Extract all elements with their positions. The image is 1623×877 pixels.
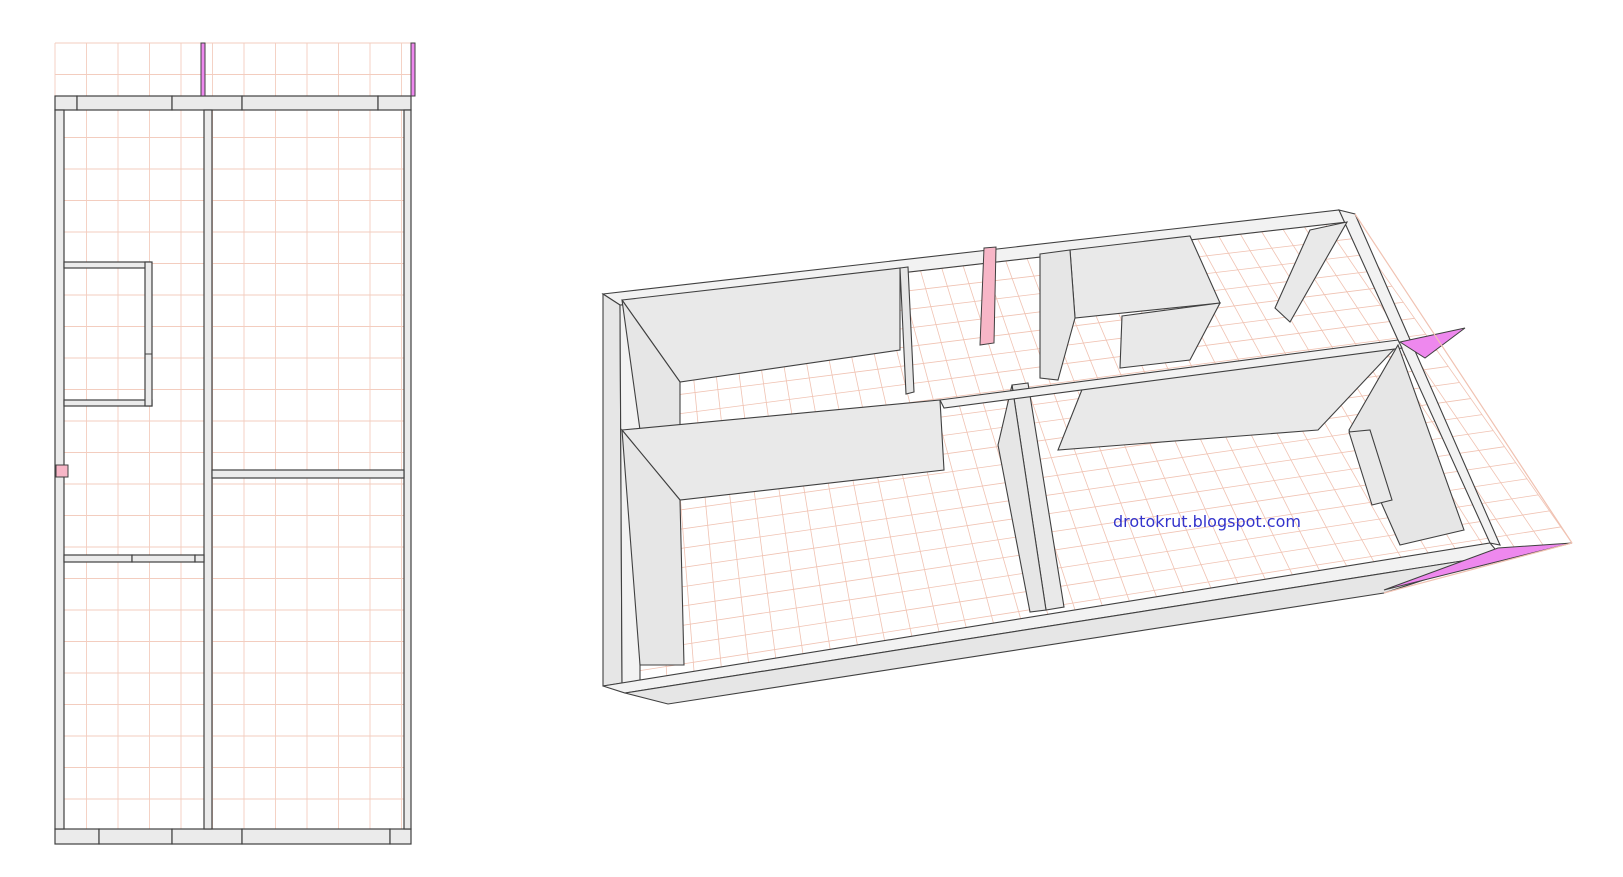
- plan-wall-segment: [171, 828, 243, 845]
- plan-left-divider: [63, 554, 133, 563]
- plan-floor-grid: [54, 42, 411, 844]
- plan-post: [200, 42, 206, 97]
- plan-left-divider: [194, 554, 205, 563]
- persp-closet: [1119, 302, 1221, 369]
- plan-wall-segment: [377, 95, 412, 111]
- perspective-view: drotokrut.blogspot.com: [601, 209, 1573, 705]
- plan-view: [54, 42, 416, 845]
- plan-wall-segment: [241, 95, 379, 111]
- plan-closet-wall: [63, 399, 153, 407]
- plan-wall-segment: [76, 95, 173, 111]
- persp-wall: [899, 266, 915, 395]
- plan-wall-segment: [389, 828, 412, 845]
- plan-wall-segment: [54, 828, 100, 845]
- plan-wall-segment: [98, 828, 173, 845]
- plan-interior-walls: [63, 109, 405, 830]
- plan-closet-wall: [144, 261, 153, 407]
- floorplan-scene: drotokrut.blogspot.com: [54, 42, 1573, 845]
- plan-right-wall: [403, 109, 412, 830]
- plan-wall-segment: [171, 95, 243, 111]
- plan-closet-wall: [63, 261, 151, 269]
- plan-center-wall: [203, 109, 213, 830]
- plan-wall-segment: [241, 828, 391, 845]
- plan-right-divider: [211, 469, 405, 479]
- persp-closet: [1039, 249, 1076, 381]
- persp-wall: [1274, 221, 1349, 323]
- watermark-text: drotokrut.blogspot.com: [1113, 512, 1301, 531]
- plan-left-divider: [131, 554, 196, 563]
- plan-post: [410, 42, 416, 97]
- persp-left-wall-outer: [602, 292, 623, 687]
- plan-marker: [55, 464, 69, 478]
- plan-wall-segment: [54, 95, 78, 111]
- persp-front-wall-face: [624, 554, 1501, 705]
- grid-line: [639, 526, 1561, 672]
